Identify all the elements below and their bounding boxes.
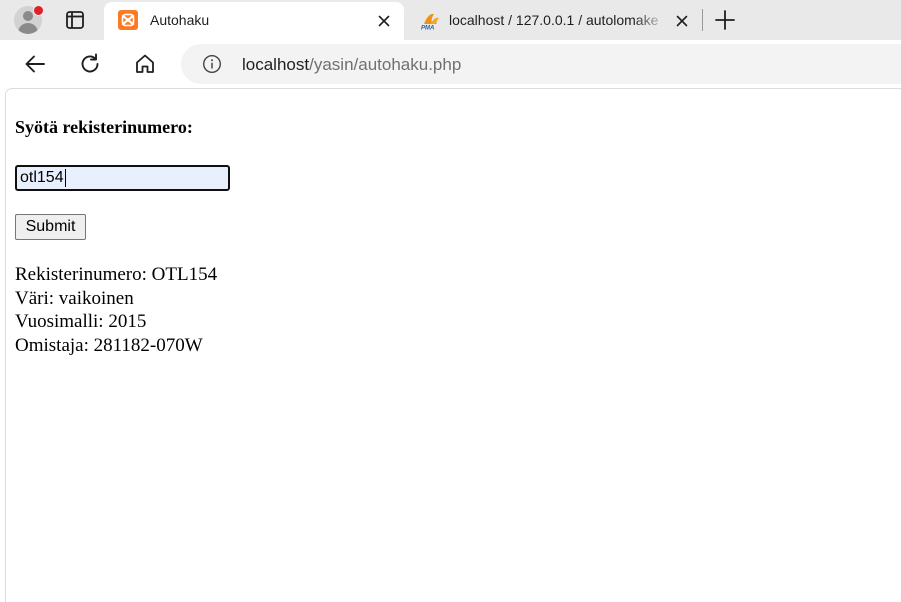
result-registration: Rekisterinumero: OTL154 (15, 264, 218, 285)
result-model-year: Vuosimalli: 2015 (15, 311, 147, 332)
submit-button[interactable]: Submit (15, 214, 86, 240)
home-icon[interactable] (133, 52, 157, 76)
profile-notification-dot (33, 5, 44, 16)
reload-icon[interactable] (78, 52, 102, 76)
result-block: Rekisterinumero: OTL154 Väri: vaikoinen … (15, 263, 217, 357)
tab-actions-icon[interactable] (62, 8, 88, 32)
tab-title: Autohaku (150, 12, 210, 28)
tab-separator (702, 9, 703, 31)
form-heading: Syötä rekisterinumero: (15, 117, 193, 137)
result-owner: Omistaja: 281182-070W (15, 334, 203, 356)
registration-number-input[interactable]: otl154 (15, 165, 230, 191)
xampp-icon (118, 10, 138, 30)
page-viewport: Syötä rekisterinumero: otl154 Submit Rek… (5, 88, 901, 602)
input-value: otl154 (20, 169, 64, 186)
close-tab-icon[interactable] (376, 13, 392, 29)
browser-toolbar: localhost/yasin/autohaku.php (0, 40, 901, 88)
back-arrow-icon[interactable] (23, 52, 47, 76)
address-bar[interactable]: localhost/yasin/autohaku.php (181, 44, 901, 84)
text-caret (65, 169, 66, 187)
svg-text:PMA: PMA (421, 26, 434, 31)
result-color: Väri: vaikoinen (15, 287, 134, 309)
new-tab-icon[interactable] (713, 8, 737, 32)
url-path: /yasin/autohaku.php (309, 55, 462, 74)
close-tab-icon[interactable] (674, 13, 690, 29)
phpmyadmin-icon: PMA (420, 10, 440, 32)
tab-strip: Autohaku PMA localhost / 127.0.0.1 / aut… (0, 0, 901, 40)
url-host: localhost (242, 55, 310, 74)
site-info-icon[interactable] (202, 54, 222, 74)
tab-title: localhost / 127.0.0.1 / autolomake (449, 12, 659, 28)
url-text[interactable]: localhost/yasin/autohaku.php (242, 55, 461, 75)
tab-phpmyadmin[interactable]: PMA localhost / 127.0.0.1 / autolomake (406, 2, 700, 40)
tab-autohaku[interactable]: Autohaku (104, 2, 404, 40)
